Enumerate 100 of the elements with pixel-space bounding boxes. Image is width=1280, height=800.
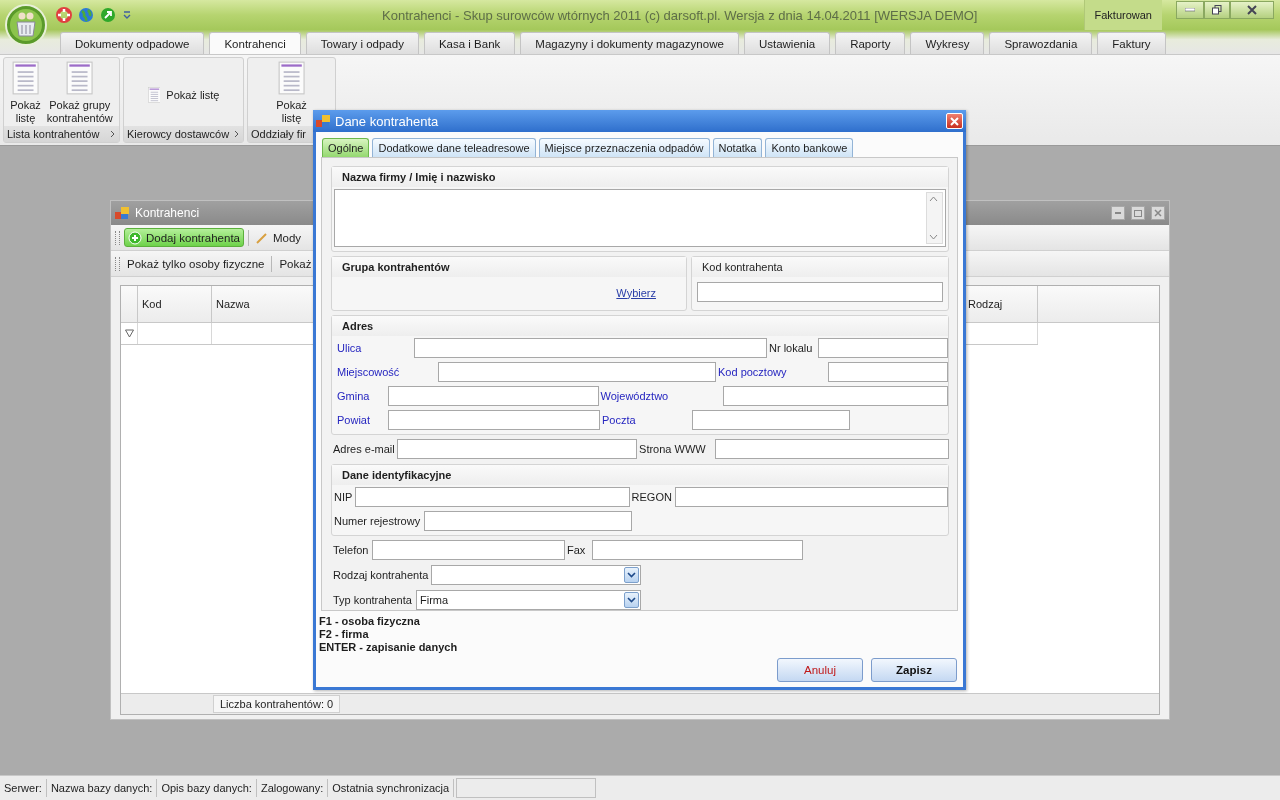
field-label: Typ kontrahenta [332, 593, 413, 606]
ribbon-tab[interactable]: Towary i odpady [305, 32, 419, 54]
field-link-label[interactable]: Województwo [598, 390, 723, 402]
field-label: Fax [566, 544, 587, 557]
ribbon-button[interactable]: Pokaż listę [141, 87, 226, 103]
child-window-title: Kontrahenci [135, 206, 201, 220]
ribbon-tab[interactable]: Wykresy [910, 32, 985, 54]
name-field[interactable] [334, 189, 946, 247]
field-label: REGON [630, 490, 673, 503]
ribbon-tab[interactable]: Sprawozdania [989, 32, 1093, 54]
text-field[interactable] [397, 439, 638, 460]
group-title: Nazwa firmy / Imię i nazwisko [342, 171, 496, 183]
globe-icon[interactable] [78, 7, 94, 23]
add-button[interactable]: Dodaj kontrahenta [124, 228, 244, 247]
text-field[interactable] [592, 540, 803, 561]
restore-icon [1212, 5, 1222, 15]
document-icon [11, 61, 40, 95]
ribbon-button[interactable]: Pokaż listę [274, 61, 309, 125]
ribbon-tab[interactable]: Dokumenty odpadowe [60, 32, 205, 54]
text-field[interactable] [424, 510, 632, 531]
text-field[interactable] [414, 338, 767, 358]
group-label: Kierowcy dostawców [127, 128, 230, 140]
pencil-icon [256, 231, 268, 244]
text-field[interactable] [828, 362, 948, 382]
ribbon-tab[interactable]: Ustawienia [743, 32, 831, 54]
maximize-button[interactable] [1131, 206, 1145, 220]
window-icon [115, 206, 129, 220]
minimize-icon [1185, 8, 1195, 12]
cancel-button[interactable]: Anuluj [777, 658, 863, 682]
status-item: Nazwa bazy danych: [46, 779, 158, 797]
dropdown-button[interactable] [624, 591, 639, 608]
field-link-label[interactable]: Kod pocztowy [716, 366, 828, 378]
text-field[interactable] [818, 338, 948, 358]
close-icon [950, 116, 959, 126]
field-link-label[interactable]: Ulica [335, 342, 414, 354]
close-button[interactable] [1230, 1, 1274, 19]
status-item: Opis bazy danych: [157, 779, 257, 797]
ribbon-tab[interactable]: Raporty [835, 32, 906, 54]
shortcut-hint: ENTER - zapisanie danych [319, 641, 459, 654]
text-field[interactable] [355, 486, 630, 507]
group-title: Dane identyfikacyjne [342, 468, 452, 481]
text-field[interactable] [388, 410, 600, 430]
launcher-icon[interactable] [110, 130, 116, 138]
dropdown-button[interactable] [624, 566, 640, 583]
column-header[interactable]: Kod [138, 286, 212, 322]
ribbon-button[interactable]: Pokaż listę [8, 61, 43, 125]
status-item: Ostatnia synchronizacja [328, 779, 455, 797]
dialog-tab[interactable]: Ogólne [322, 138, 370, 157]
dropdown[interactable]: Firma [416, 589, 641, 610]
ribbon-tab[interactable]: Magazyny i dokumenty magazynowe [520, 32, 739, 54]
dialog-tab[interactable]: Miejsce przeznaczenia odpadów [538, 138, 710, 157]
minimize-button[interactable] [1111, 206, 1125, 220]
lifebuoy-icon[interactable] [56, 7, 72, 23]
filter-button[interactable]: Pokaż tylko osoby fizyczne [124, 254, 268, 273]
field-link-label[interactable]: Gmina [335, 390, 388, 402]
text-field[interactable] [388, 386, 599, 406]
launcher-icon[interactable] [234, 130, 240, 138]
window-icon [316, 114, 330, 128]
ribbon-tab[interactable]: Kasa i Bank [423, 32, 516, 54]
side-label: Fakturowan [1083, 0, 1162, 30]
text-field[interactable] [372, 540, 565, 561]
field-label: Telefon [332, 544, 370, 557]
dialog-tab[interactable]: Konto bankowe [765, 138, 854, 157]
customize-caret-icon[interactable] [122, 10, 132, 20]
group-title: Grupa kontrahentów [342, 261, 450, 273]
window-title: Kontrahenci - Skup surowców wtórnych 2011 (c) darsoft.pl. Wersja z dnia 14.04.2011 [WERSJA DEMO] [381, 7, 979, 23]
plus-icon [128, 230, 142, 245]
group-title: Kod kontrahenta [702, 261, 783, 273]
text-field[interactable] [722, 386, 948, 406]
shortcut-hint: F1 - osoba fizyczna [319, 615, 421, 628]
maximize-icon [1134, 209, 1142, 217]
text-field[interactable] [697, 282, 943, 302]
dialog-tab[interactable]: Dodatkowe dane teleadresowe [372, 138, 536, 157]
field-link-label[interactable]: Poczta [600, 414, 692, 426]
field-link-label[interactable]: Miejscowość [335, 366, 438, 378]
dialog-tab[interactable]: Notatka [712, 138, 763, 157]
edit-button[interactable]: Mody [253, 228, 305, 247]
text-field[interactable] [692, 410, 850, 430]
close-icon [1247, 5, 1257, 15]
filter-icon[interactable] [124, 329, 134, 338]
shortcut-hint: F2 - firma [319, 628, 370, 641]
arrow-circle-icon[interactable] [100, 7, 116, 23]
field-link-label[interactable]: Powiat [335, 414, 388, 426]
save-button[interactable]: Zapisz [871, 658, 957, 682]
text-field[interactable] [674, 486, 948, 507]
ribbon-tab[interactable]: Kontrahenci [209, 32, 301, 54]
document-icon [277, 61, 306, 95]
ribbon-tab[interactable]: Faktury [1097, 32, 1166, 54]
filter-button[interactable]: Pokaż [276, 254, 315, 273]
choose-link[interactable]: Wybierz [616, 286, 656, 299]
group-label: Lista kontrahentów [7, 128, 100, 140]
text-field[interactable] [438, 362, 716, 382]
field-label: Numer rejestrowy [333, 514, 422, 527]
text-field[interactable] [715, 439, 949, 460]
scrollbar[interactable] [926, 192, 943, 244]
restore-button[interactable] [1204, 1, 1230, 19]
ribbon-button[interactable]: Pokaż grupy kontrahentów [44, 61, 115, 125]
field-label: Rodzaj kontrahenta [332, 568, 430, 581]
document-icon [66, 61, 94, 95]
minimize-icon [1115, 212, 1121, 214]
